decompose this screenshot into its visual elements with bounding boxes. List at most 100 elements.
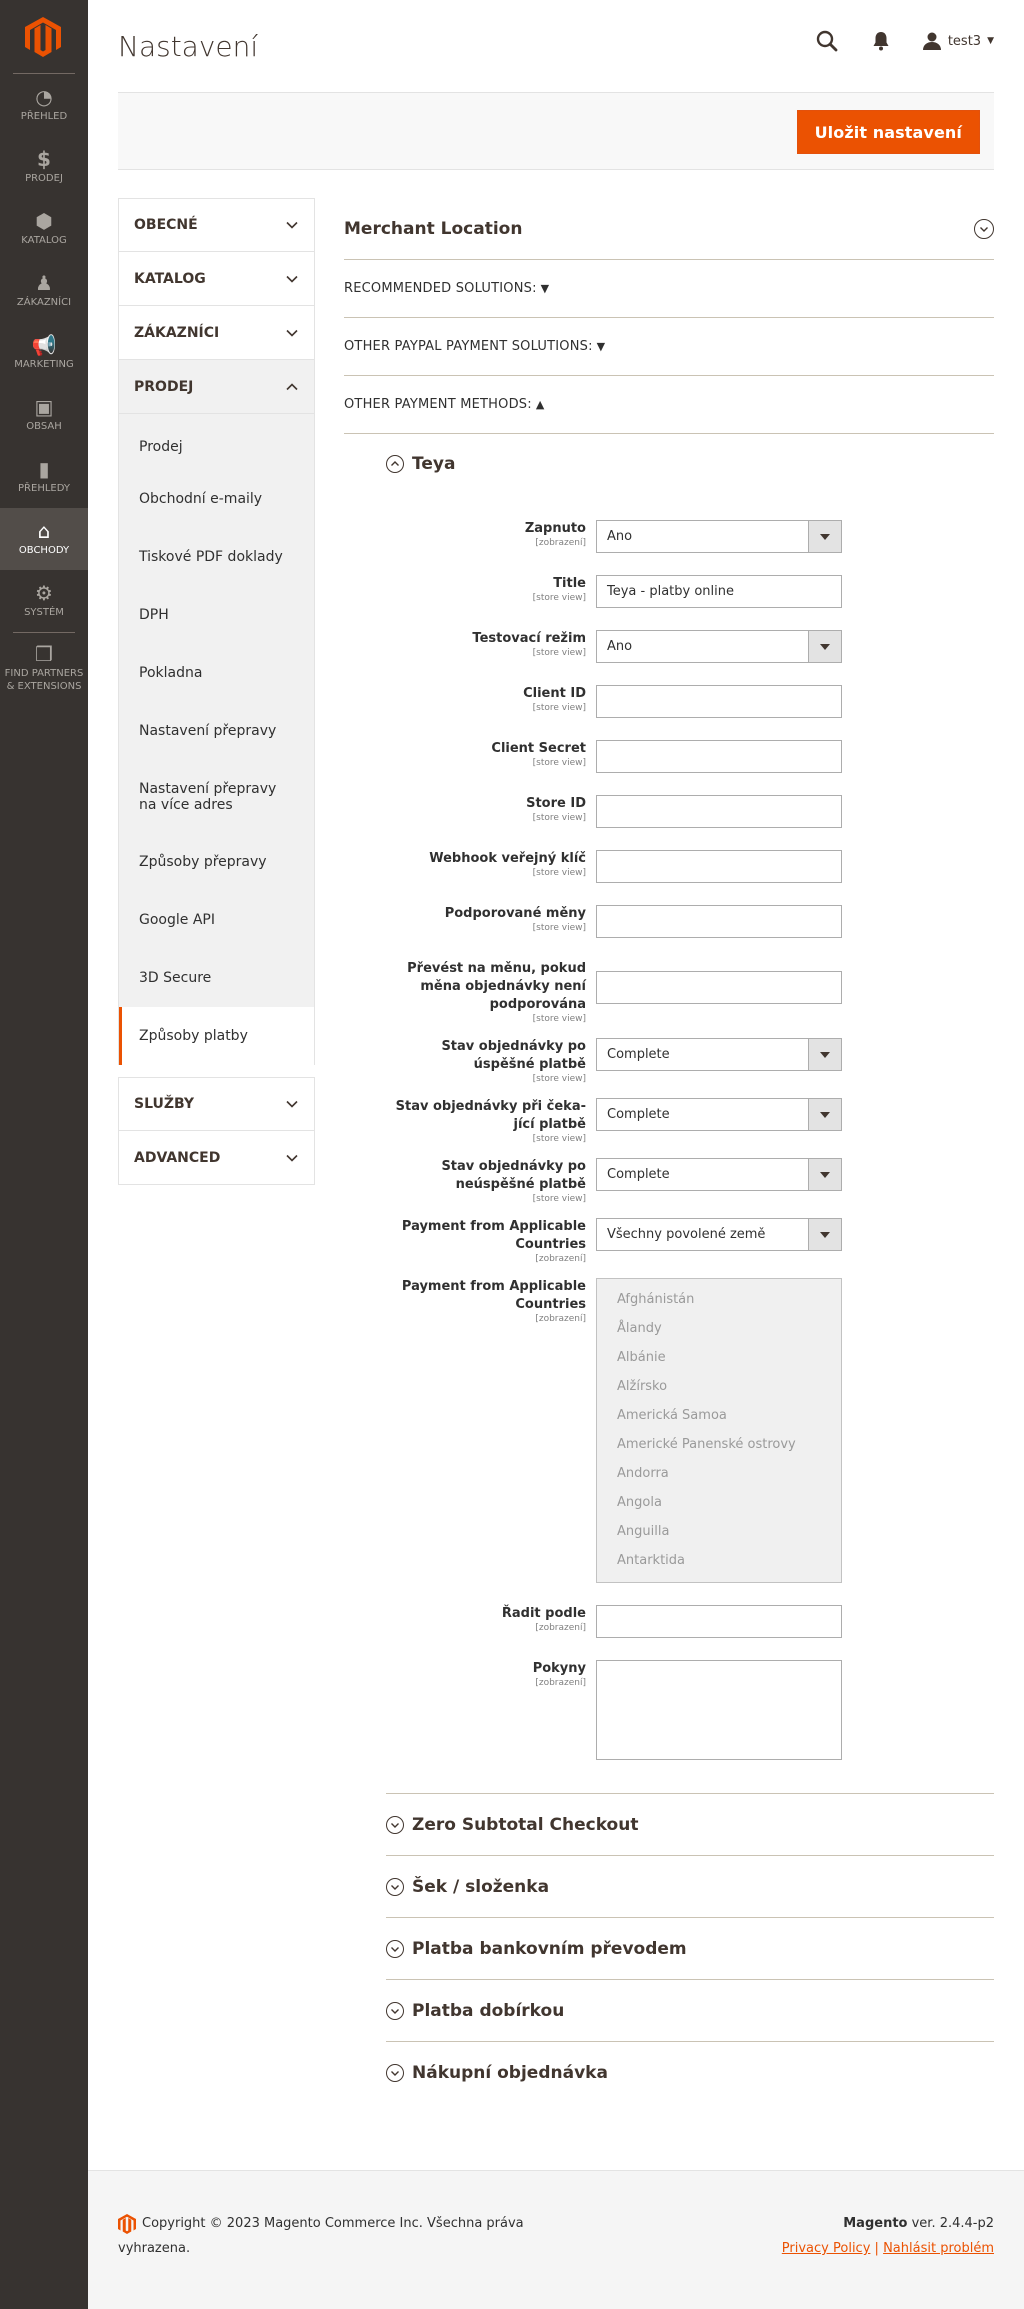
menu-partners[interactable]: ❒ FIND PARTNERS & EXTENSIONS [0, 633, 88, 707]
section-other-paypal[interactable]: OTHER PAYPAL PAYMENT SOLUTIONS: ▼ [344, 318, 994, 376]
tab-label: PRODEJ [134, 378, 194, 395]
instructions-textarea[interactable] [596, 1660, 842, 1760]
country-multiselect[interactable]: Afghánistán Ålandy Albánie Alžírsko Amer… [596, 1278, 842, 1583]
tab-item-sales-emails[interactable]: Obchodní e-maily [119, 470, 314, 528]
gear-icon: ⚙ [35, 581, 53, 605]
chevron-down-icon [286, 1100, 298, 1108]
triangle-down-icon: ▼ [540, 282, 550, 295]
field-label: Client ID [store view] [523, 686, 586, 713]
section-other-payment-methods[interactable]: OTHER PAYMENT METHODS: ▲ [344, 376, 994, 434]
tab-customers[interactable]: ZÁKAZNÍCI [118, 306, 315, 360]
menu-system[interactable]: ⚙ SYSTÉM [0, 570, 88, 632]
tab-item-shipping-settings[interactable]: Nastavení přepravy [119, 702, 314, 760]
tab-item-3d-secure[interactable]: 3D Secure [119, 949, 314, 1007]
method-title: Nákupní objednávka [412, 2062, 608, 2083]
currencies-input[interactable] [596, 905, 842, 938]
menu-customers[interactable]: ♟ ZÁKAZNÍCI [0, 260, 88, 322]
tab-item-pdf-print-outs[interactable]: Tiskové PDF doklady [119, 528, 314, 586]
expand-circle-icon [386, 1939, 404, 1958]
success-status-select[interactable]: Complete [596, 1038, 842, 1071]
admin-menu: ◔ PŘEHLED $ PRODEJ ⬢ KATALOG ♟ ZÁKAZNÍCI… [0, 0, 88, 2309]
user-name: test3 [947, 33, 982, 49]
section-title: OTHER PAYPAL PAYMENT SOLUTIONS: [344, 339, 593, 354]
method-purchase-order[interactable]: Nákupní objednávka [386, 2041, 994, 2103]
menu-catalog[interactable]: ⬢ KATALOG [0, 198, 88, 260]
copyright-text: Copyright © 2023 Magento Commerce Inc. V… [118, 2216, 524, 2256]
triangle-up-icon: ▲ [535, 398, 545, 411]
tab-item-shipping-methods[interactable]: Způsoby přepravy [119, 833, 314, 891]
tab-item-google-api[interactable]: Google API [119, 891, 314, 949]
country-option[interactable]: Afghánistán [597, 1285, 841, 1314]
title-input[interactable]: Teya - platby online [596, 575, 842, 608]
save-config-button[interactable]: Uložit nastavení [796, 110, 980, 154]
section-title: RECOMMENDED SOLUTIONS: [344, 281, 537, 296]
country-option[interactable]: Andorra [597, 1459, 841, 1488]
pending-status-select[interactable]: Complete [596, 1098, 842, 1131]
allowspecific-select[interactable]: Všechny povolené země [596, 1218, 842, 1251]
teya-group-header[interactable]: Teya [386, 454, 455, 474]
chevron-up-icon [286, 382, 298, 390]
tab-item-multishipping[interactable]: Nastavení přepravy na více adres [119, 760, 314, 833]
menu-dashboard[interactable]: ◔ PŘEHLED [0, 74, 88, 136]
user-account-menu[interactable]: test3 ▼ [922, 31, 994, 51]
client-secret-input[interactable] [596, 740, 842, 773]
page-actions-bar: Uložit nastavení [118, 92, 994, 170]
section-title: Merchant Location [344, 218, 523, 239]
section-title: OTHER PAYMENT METHODS: [344, 397, 532, 412]
select-arrow-icon [808, 631, 841, 662]
section-recommended-solutions[interactable]: RECOMMENDED SOLUTIONS: ▼ [344, 260, 994, 318]
method-title: Zero Subtotal Checkout [412, 1814, 639, 1835]
field-label: Client Secret [store view] [491, 741, 586, 768]
menu-stores[interactable]: ⌂ OBCHODY [0, 508, 88, 570]
tab-item-tax[interactable]: DPH [119, 586, 314, 644]
notifications-bell-icon[interactable] [868, 28, 894, 54]
enabled-select[interactable]: Ano [596, 520, 842, 553]
field-label: Pokyny [zobrazení] [532, 1661, 586, 1688]
field-label: Store ID [store view] [526, 796, 586, 823]
method-zero-subtotal-checkout[interactable]: Zero Subtotal Checkout [386, 1793, 994, 1855]
config-main: Merchant Location RECOMMENDED SOLUTIONS:… [344, 198, 994, 2098]
tab-general[interactable]: OBECNÉ [118, 198, 315, 252]
webhook-key-input[interactable] [596, 850, 842, 883]
country-option[interactable]: Albánie [597, 1343, 841, 1372]
tab-sales[interactable]: PRODEJ [118, 360, 315, 414]
tab-catalog[interactable]: KATALOG [118, 252, 315, 306]
tab-item-payment-methods[interactable]: Způsoby platby [119, 1007, 314, 1065]
select-arrow-icon [808, 1219, 841, 1250]
client-id-input[interactable] [596, 685, 842, 718]
sort-order-input[interactable] [596, 1605, 842, 1638]
search-icon[interactable] [814, 28, 840, 54]
report-issue-link[interactable]: Nahlásit problém [883, 2241, 994, 2256]
menu-label: MARKETING [14, 359, 74, 370]
menu-reports[interactable]: ▮ PŘEHLEDY [0, 446, 88, 508]
privacy-policy-link[interactable]: Privacy Policy [782, 2241, 871, 2256]
country-option[interactable]: Alžírsko [597, 1372, 841, 1401]
country-option[interactable]: Americké Panenské ostrovy [597, 1430, 841, 1459]
field-label: Zapnuto [zobrazení] [524, 521, 586, 548]
method-check-money-order[interactable]: Šek / složenka [386, 1855, 994, 1917]
convert-currency-input[interactable] [596, 971, 842, 1004]
store-id-input[interactable] [596, 795, 842, 828]
section-merchant-location[interactable]: Merchant Location [344, 198, 994, 260]
tab-advanced[interactable]: ADVANCED [118, 1131, 315, 1185]
select-arrow-icon [808, 521, 841, 552]
country-option[interactable]: Anguilla [597, 1517, 841, 1546]
menu-marketing[interactable]: 📢 MARKETING [0, 322, 88, 384]
menu-sales[interactable]: $ PRODEJ [0, 136, 88, 198]
country-option[interactable]: Antarktida [597, 1546, 841, 1575]
footer-brand: Magento [843, 2216, 908, 2231]
magento-logo[interactable] [13, 0, 75, 74]
country-option[interactable]: Angola [597, 1488, 841, 1517]
tab-services[interactable]: SLUŽBY [118, 1077, 315, 1131]
method-bank-transfer[interactable]: Platba bankovním převodem [386, 1917, 994, 1979]
failed-status-select[interactable]: Complete [596, 1158, 842, 1191]
country-option[interactable]: Ålandy [597, 1314, 841, 1343]
country-option[interactable]: Americká Samoa [597, 1401, 841, 1430]
tab-item-checkout[interactable]: Pokladna [119, 644, 314, 702]
test-mode-select[interactable]: Ano [596, 630, 842, 663]
method-title: Šek / složenka [412, 1876, 550, 1897]
tab-item-sales[interactable]: Prodej [119, 414, 314, 470]
menu-content[interactable]: ▣ OBSAH [0, 384, 88, 446]
menu-label: ZÁKAZNÍCI [16, 297, 72, 308]
method-cash-on-delivery[interactable]: Platba dobírkou [386, 1979, 994, 2041]
